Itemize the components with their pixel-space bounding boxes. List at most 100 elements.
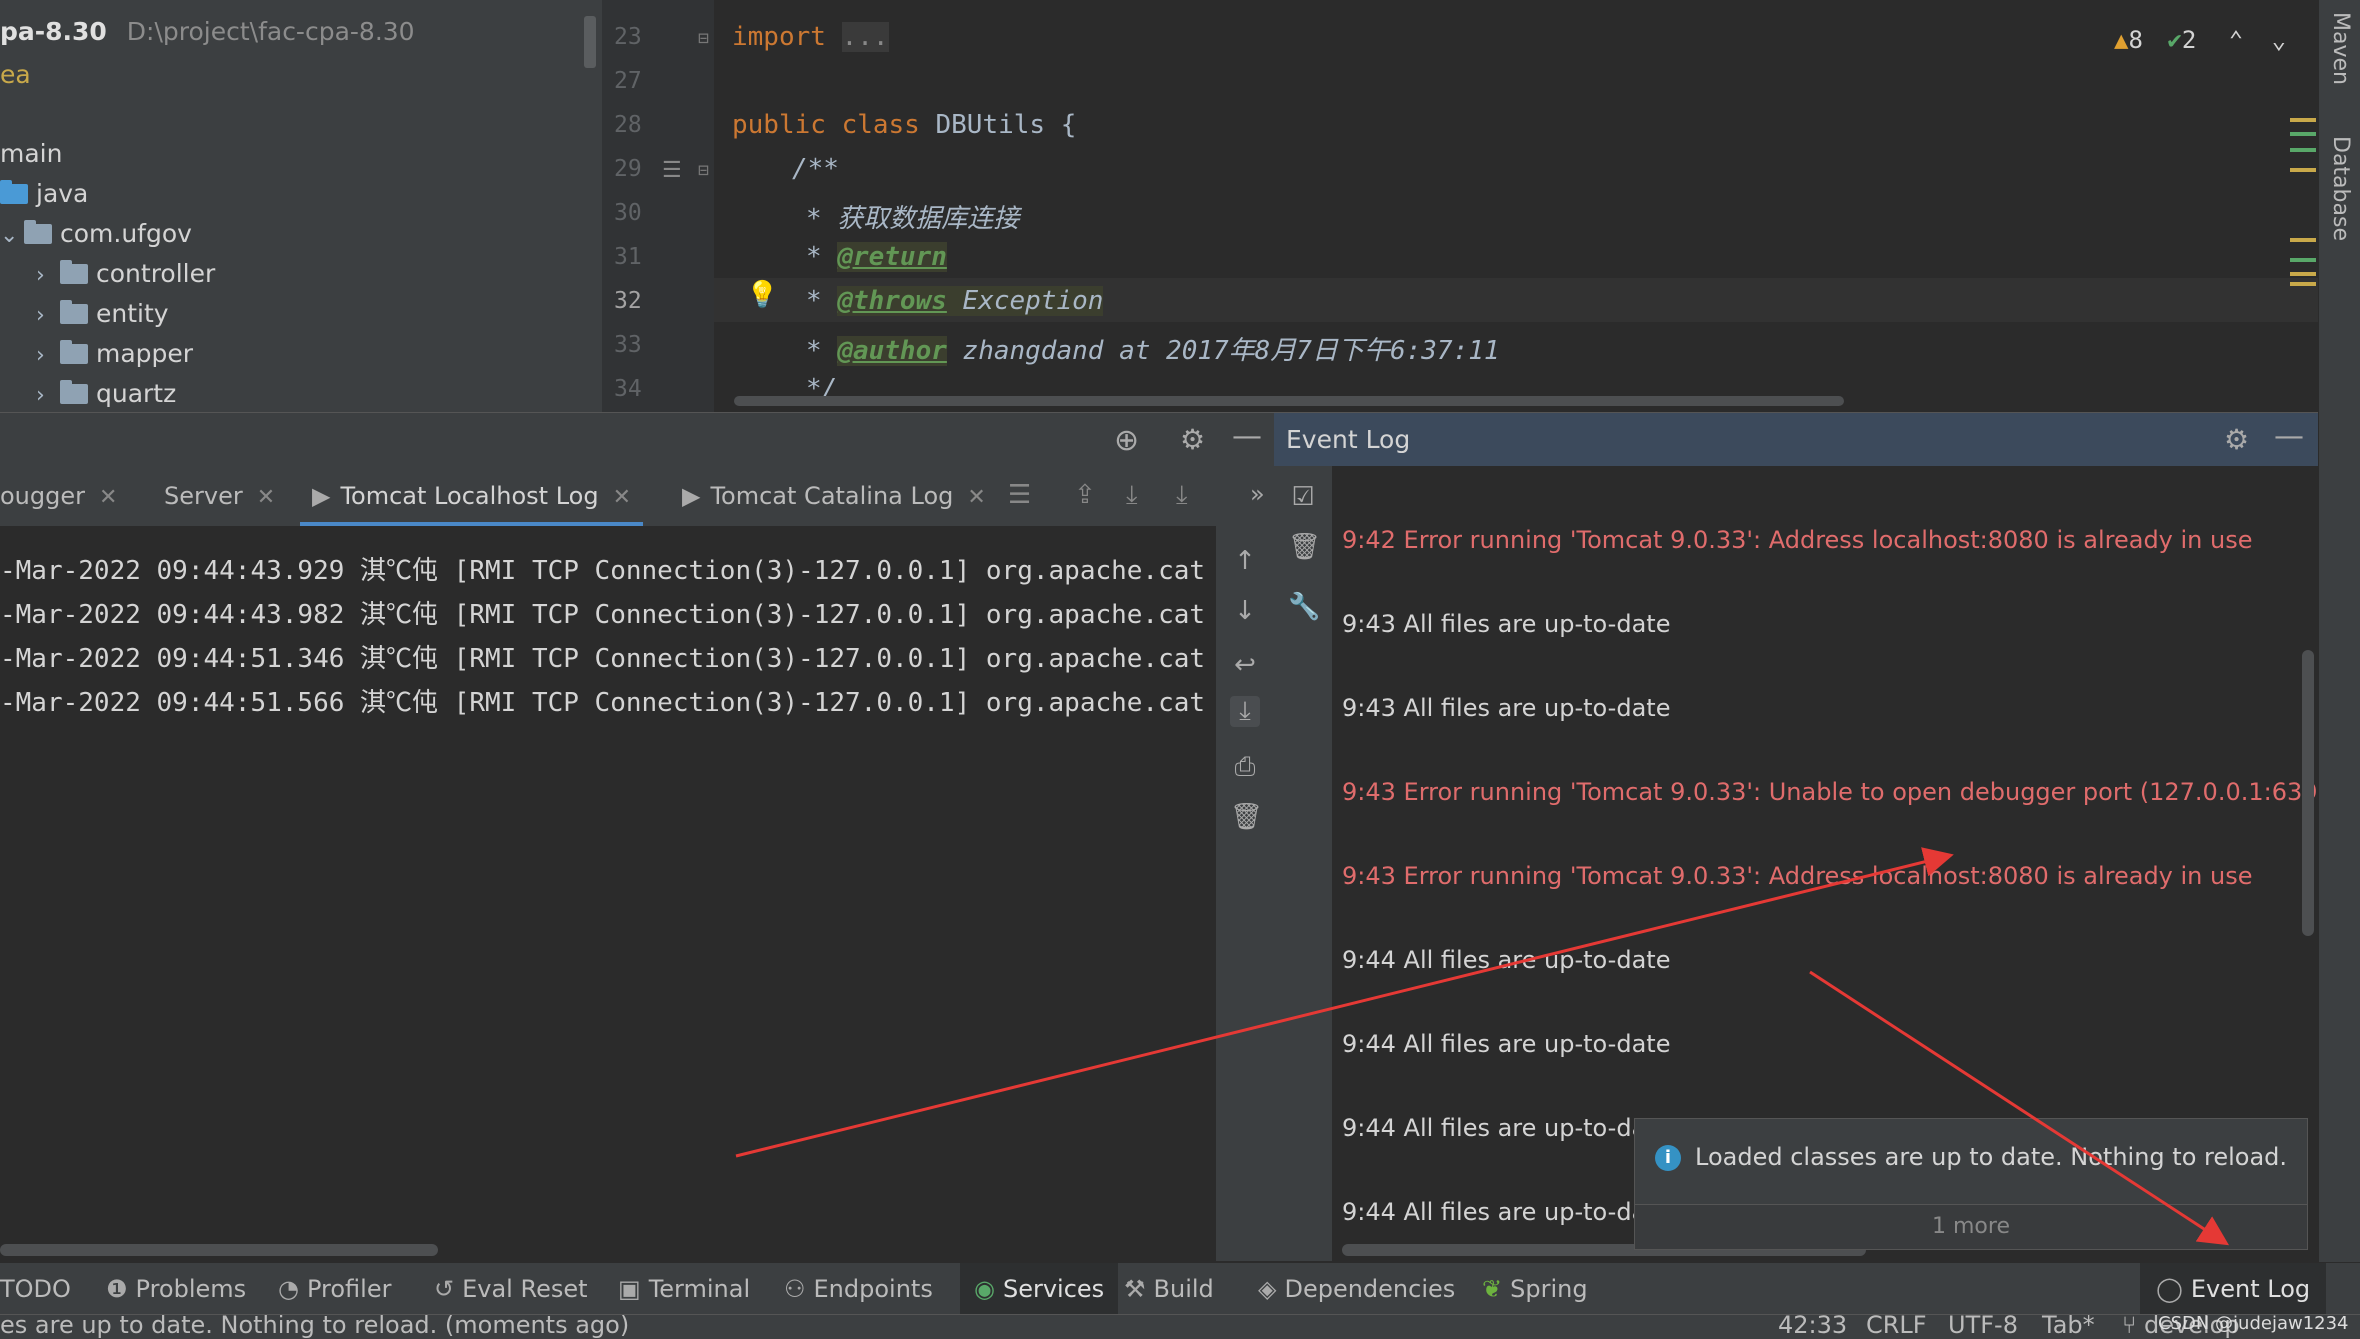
indent-setting[interactable]: Tab*	[2042, 1315, 2095, 1339]
folded-imports[interactable]: ...	[841, 22, 889, 52]
tool-label: TODO	[0, 1275, 71, 1303]
tab-tomcat-localhost-log[interactable]: ▶ Tomcat Localhost Log ✕	[300, 466, 643, 526]
line-separator[interactable]: CRLF	[1866, 1315, 1927, 1339]
comment: zhangdand at 2017年8月7日下午6:37:11	[946, 336, 1500, 366]
list-icon[interactable]: ☰	[1008, 480, 1031, 510]
chevron-down-icon[interactable]: ⌄	[2272, 26, 2286, 54]
warning-marker[interactable]	[2290, 238, 2316, 242]
close-icon[interactable]: ✕	[99, 485, 117, 510]
download-icon[interactable]: ⤓	[1126, 480, 1138, 511]
fold-icon[interactable]: ⊟	[698, 28, 709, 49]
reload-notification[interactable]: i Loaded classes are up to date. Nothing…	[1634, 1118, 2308, 1250]
project-root[interactable]: pa-8.30 D:\project\fac-cpa-8.30	[0, 12, 415, 52]
database-tab[interactable]: Database	[2328, 136, 2353, 241]
gear-icon[interactable]: ⚙	[1180, 423, 1205, 456]
tool-endpoints[interactable]: ⚇ Endpoints	[784, 1263, 933, 1315]
code-editor[interactable]: import ... public class DBUtils { /** * …	[714, 0, 2318, 412]
change-marker[interactable]	[2290, 258, 2316, 262]
tool-todo[interactable]: TODO	[0, 1263, 71, 1315]
warning-marker[interactable]	[2290, 282, 2316, 286]
log-console[interactable]: -Mar-2022 09:44:43.929 淇℃伅 [RMI TCP Conn…	[0, 526, 1216, 1261]
warning-marker[interactable]	[2290, 272, 2316, 276]
minimize-icon[interactable]: —	[1232, 419, 1262, 454]
tool-services[interactable]: ◉ Services	[960, 1263, 1119, 1315]
warning-marker[interactable]	[2290, 118, 2316, 122]
doc-render-icon[interactable]: ☰	[662, 158, 682, 183]
fold-icon[interactable]: ⊟	[698, 160, 709, 181]
tree-item-java[interactable]: java	[0, 174, 88, 214]
close-icon[interactable]: ✕	[257, 485, 275, 510]
event-entry[interactable]: 9:42 Error running 'Tomcat 9.0.33': Addr…	[1342, 526, 2253, 554]
event-entry[interactable]: 9:44 All files are up-to-date	[1342, 946, 1670, 974]
arrow-down-icon[interactable]: ↓	[1230, 596, 1260, 626]
change-marker[interactable]	[2290, 132, 2316, 136]
maven-tab[interactable]: Maven	[2328, 12, 2353, 85]
tool-spring[interactable]: ❦ Spring	[1482, 1263, 1588, 1315]
event-entry[interactable]: 9:43 Error running 'Tomcat 9.0.33': Addr…	[1342, 862, 2253, 890]
chevron-up-icon[interactable]: ⌃	[2229, 26, 2243, 54]
minimize-icon[interactable]: —	[2274, 419, 2304, 454]
event-entry[interactable]: 9:43 All files are up-to-date	[1342, 694, 1670, 722]
tree-item-quartz[interactable]: › quartz	[36, 374, 176, 412]
tool-eval-reset[interactable]: ↺ Eval Reset	[434, 1263, 588, 1315]
arrow-up-icon[interactable]: ↑	[1230, 546, 1260, 576]
overflow-icon[interactable]: »	[1250, 480, 1265, 508]
tool-event-log[interactable]: ◯ Event Log	[2140, 1263, 2327, 1315]
event-entry[interactable]: 9:43 All files are up-to-date	[1342, 610, 1670, 638]
tree-item-main[interactable]: main	[0, 134, 62, 174]
tool-build[interactable]: ⚒ Build	[1124, 1263, 1214, 1315]
trash-icon[interactable]: 🗑	[1288, 532, 1321, 562]
event-entry[interactable]: 9:44 All files are up-to-da	[1342, 1114, 1646, 1142]
download-all-icon[interactable]: ⤓	[1176, 480, 1188, 511]
event-log-v-scrollbar[interactable]	[2302, 650, 2314, 936]
log-h-scrollbar[interactable]	[0, 1244, 438, 1256]
tab-server[interactable]: Server ✕	[164, 466, 275, 526]
tree-item-entity[interactable]: › entity	[36, 294, 169, 334]
chevron-right-icon[interactable]: ›	[36, 296, 60, 336]
tool-label: Endpoints	[813, 1275, 933, 1303]
tree-item-mapper[interactable]: › mapper	[36, 334, 193, 374]
tool-terminal[interactable]: ▣ Terminal	[618, 1263, 750, 1315]
tool-profiler[interactable]: ◔ Profiler	[278, 1263, 391, 1315]
close-icon[interactable]: ✕	[967, 485, 985, 510]
inspection-widget[interactable]: ▲8 ✔2 ⌃ ⌄	[2114, 26, 2286, 54]
gear-icon[interactable]: ⚙	[2224, 423, 2249, 456]
lightbulb-icon[interactable]: 💡	[746, 280, 778, 310]
wrench-icon[interactable]: 🔧	[1288, 592, 1320, 622]
mark-read-icon[interactable]: ☑	[1288, 482, 1318, 512]
soft-wrap-icon[interactable]: ↩	[1230, 650, 1260, 680]
chevron-right-icon[interactable]: ›	[36, 256, 60, 296]
tree-item-label: controller	[96, 259, 216, 288]
line-number: 31	[614, 244, 642, 270]
caret-position[interactable]: 42:33	[1778, 1315, 1847, 1339]
tree-item-com-ufgov[interactable]: ⌄ com.ufgov	[0, 214, 192, 254]
tool-label: Event Log	[2190, 1275, 2311, 1303]
tree-scrollbar[interactable]	[584, 16, 596, 68]
print-icon[interactable]: ⎙	[1230, 752, 1260, 783]
event-entry[interactable]: 9:43 Error running 'Tomcat 9.0.33': Unab…	[1342, 778, 2318, 806]
tab-debugger[interactable]: ougger ✕	[0, 466, 117, 526]
scroll-to-end-icon[interactable]: ⤓	[1230, 696, 1260, 727]
chevron-right-icon[interactable]: ›	[36, 376, 60, 412]
export-icon[interactable]: ⇪	[1074, 480, 1096, 510]
profiler-icon: ◔	[278, 1275, 299, 1303]
line-number: 32	[614, 288, 642, 314]
change-marker[interactable]	[2290, 148, 2316, 152]
close-icon[interactable]: ✕	[613, 485, 631, 510]
tool-dependencies[interactable]: ◈ Dependencies	[1258, 1263, 1455, 1315]
tab-tomcat-catalina-log[interactable]: ▶ Tomcat Catalina Log ✕	[682, 466, 986, 526]
event-entry[interactable]: 9:44 All files are up-to-date	[1342, 1030, 1670, 1058]
trash-icon[interactable]: 🗑	[1230, 802, 1263, 832]
status-message[interactable]: es are up to date. Nothing to reload. (m…	[0, 1315, 629, 1339]
more-notifications-link[interactable]: 1 more	[1635, 1204, 2307, 1249]
tree-item-controller[interactable]: › controller	[36, 254, 215, 294]
event-entry[interactable]: 9:44 All files are up-to-da	[1342, 1198, 1646, 1226]
editor-h-scrollbar[interactable]	[734, 396, 1844, 406]
file-encoding[interactable]: UTF-8	[1948, 1315, 2018, 1339]
tool-problems[interactable]: ❶ Problems	[106, 1263, 246, 1315]
chevron-right-icon[interactable]: ›	[36, 336, 60, 376]
chevron-down-icon[interactable]: ⌄	[0, 216, 24, 256]
target-icon[interactable]: ⊕	[1114, 423, 1139, 458]
warning-marker[interactable]	[2290, 168, 2316, 172]
idea-folder-label[interactable]: ea	[0, 55, 31, 95]
